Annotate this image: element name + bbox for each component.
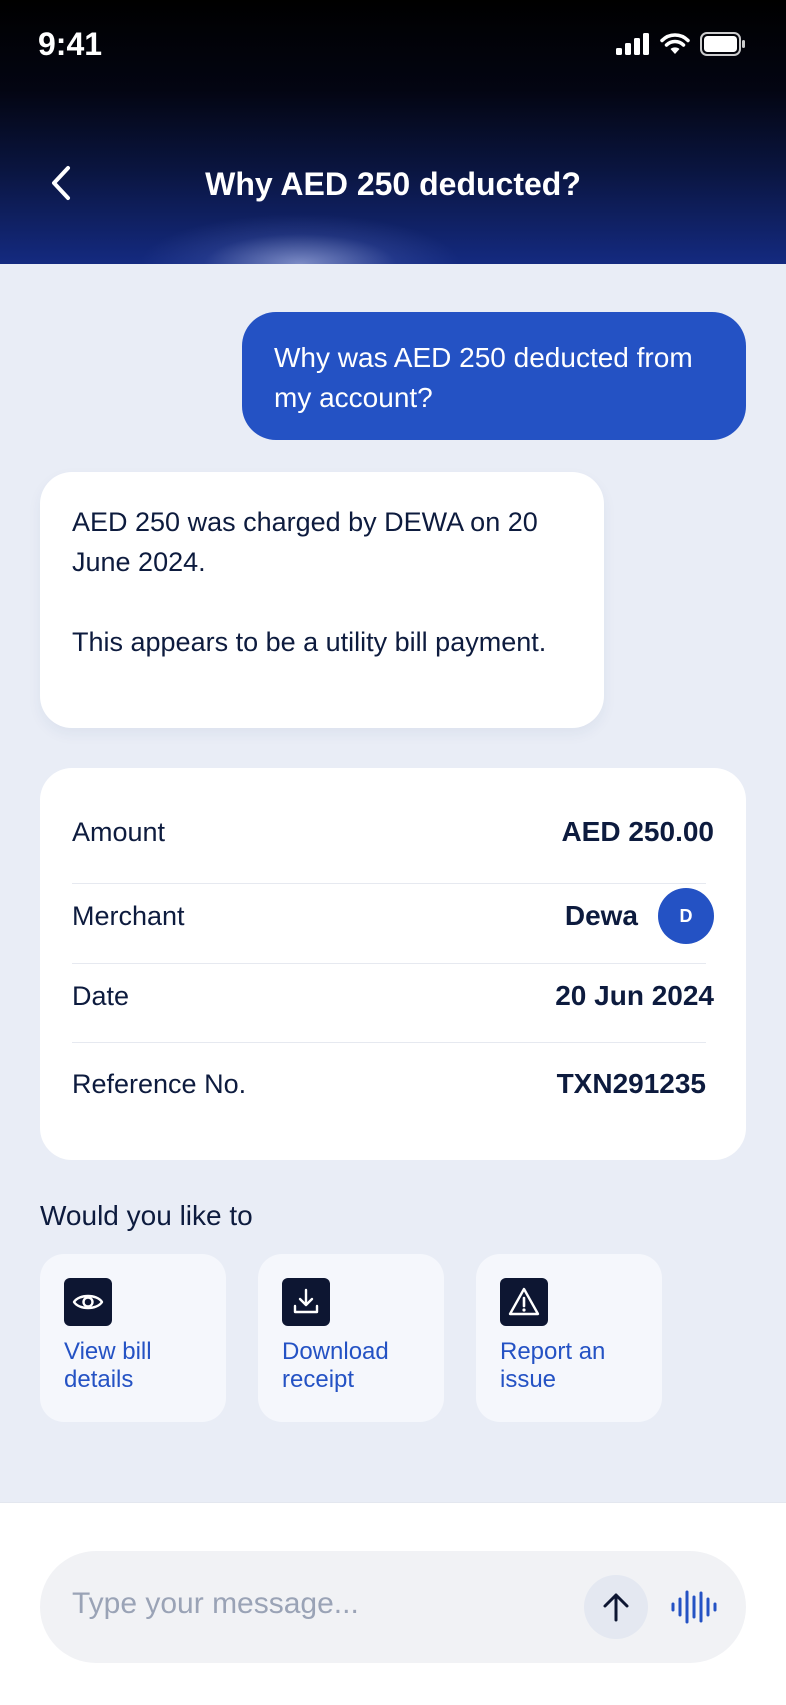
action-label: Report an issue bbox=[500, 1338, 606, 1393]
divider bbox=[72, 963, 706, 964]
message-input-placeholder: Type your message... bbox=[72, 1587, 359, 1620]
action-label: Download receipt bbox=[282, 1338, 389, 1393]
transaction-details-card: Amount AED 250.00 Merchant Dewa D Date 2… bbox=[40, 768, 746, 1160]
divider bbox=[72, 883, 706, 884]
header: 9:41 Why AED 250 deducted? bbox=[0, 0, 786, 264]
divider bbox=[72, 1042, 706, 1043]
status-icons bbox=[616, 32, 746, 56]
send-button[interactable] bbox=[584, 1575, 648, 1639]
message-input[interactable]: Type your message... bbox=[40, 1551, 746, 1663]
report-issue-button[interactable]: Report an issue bbox=[476, 1254, 662, 1422]
date-value: 20 Jun 2024 bbox=[555, 980, 714, 1011]
warning-icon bbox=[500, 1278, 548, 1326]
page-title: Why AED 250 deducted? bbox=[205, 166, 581, 202]
composer-bar: Type your message... bbox=[0, 1502, 786, 1705]
download-icon bbox=[282, 1278, 330, 1326]
battery-icon bbox=[700, 32, 745, 56]
reference-row: Reference No. TXN291235 bbox=[72, 1064, 706, 1104]
view-bill-details-button[interactable]: View bill details bbox=[40, 1254, 226, 1422]
download-receipt-button[interactable]: Download receipt bbox=[258, 1254, 444, 1422]
merchant-row: Merchant Dewa D bbox=[72, 888, 714, 944]
merchant-label: Merchant bbox=[72, 900, 185, 931]
signal-icon bbox=[616, 33, 649, 55]
merchant-value: Dewa bbox=[564, 900, 638, 931]
bot-message-bubble: AED 250 was charged by DEWA on 20 June 2… bbox=[40, 472, 604, 728]
status-time: 9:41 bbox=[38, 26, 103, 62]
actions-prompt: Would you like to bbox=[40, 1200, 253, 1231]
voice-waveform-icon[interactable] bbox=[670, 1587, 718, 1627]
action-label: View bill details bbox=[64, 1338, 152, 1393]
amount-label: Amount bbox=[72, 816, 166, 847]
eye-icon bbox=[64, 1278, 112, 1326]
amount-row: Amount AED 250.00 bbox=[72, 812, 714, 852]
date-row: Date 20 Jun 2024 bbox=[72, 976, 714, 1016]
user-message-bubble: Why was AED 250 deducted from my account… bbox=[242, 312, 746, 440]
reference-label: Reference No. bbox=[72, 1068, 247, 1099]
date-label: Date bbox=[72, 980, 130, 1011]
merchant-value-group: Dewa D bbox=[565, 888, 714, 944]
amount-value: AED 250.00 bbox=[561, 816, 714, 847]
wifi-icon bbox=[660, 33, 690, 54]
bot-message-text: This appears to be a utility bill paymen… bbox=[72, 627, 547, 657]
bot-message-text: AED 250 was charged by DEWA on 20 June 2… bbox=[72, 507, 538, 577]
arrow-up-icon bbox=[603, 1593, 629, 1622]
merchant-avatar: D bbox=[658, 888, 714, 944]
reference-value: TXN291235 bbox=[556, 1068, 706, 1099]
